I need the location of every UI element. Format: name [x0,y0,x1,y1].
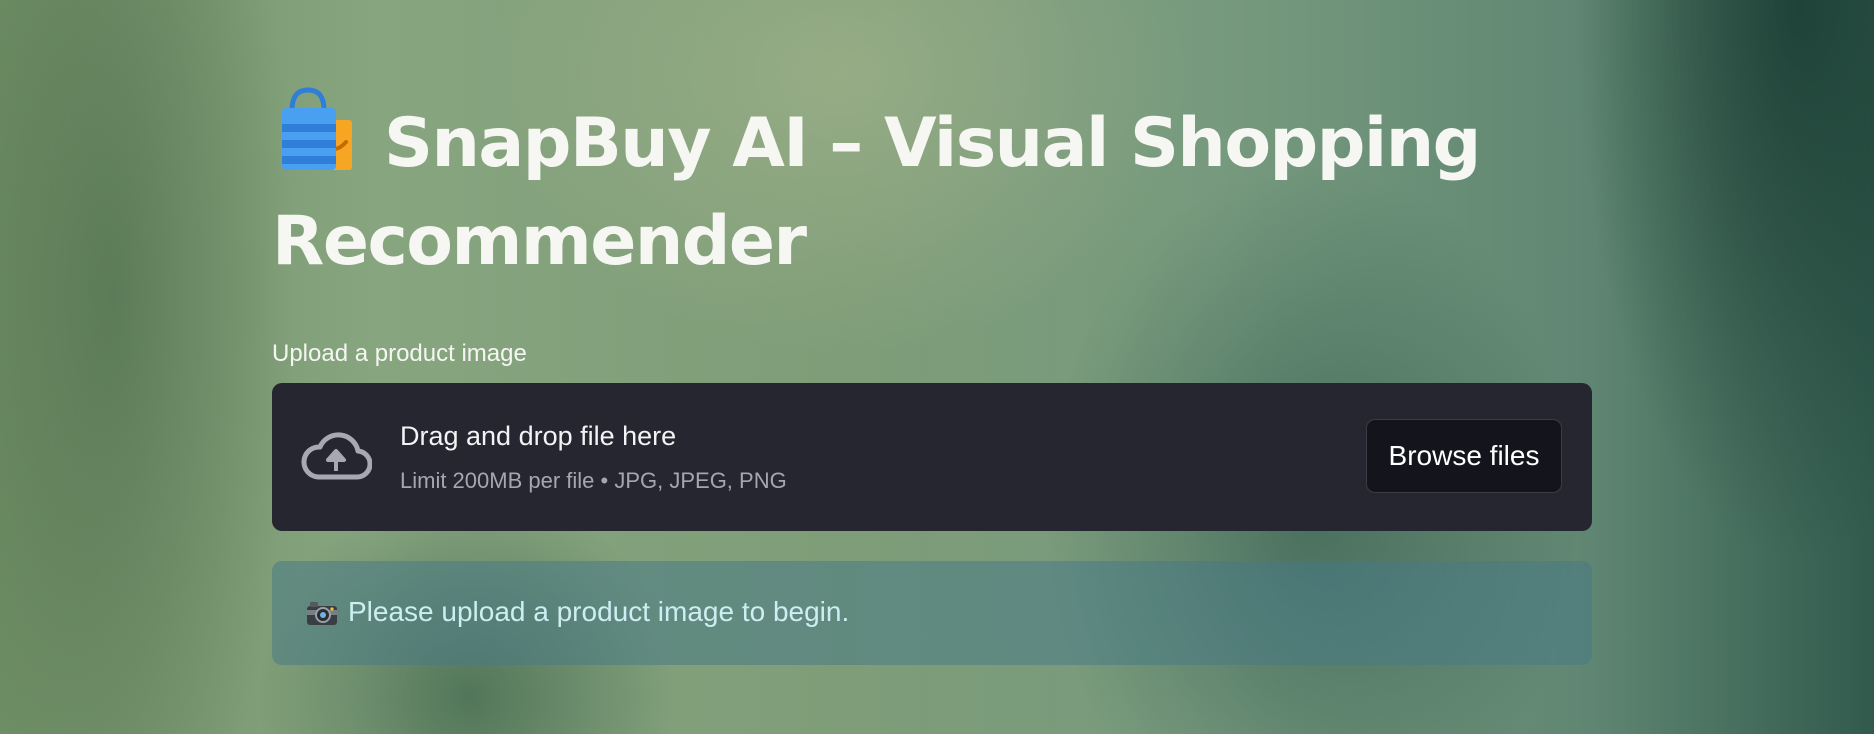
dropzone-limits: Limit 200MB per file • JPG, JPEG, PNG [400,468,787,493]
shopping-bags-icon [272,86,360,174]
cloud-upload-icon [300,429,373,483]
browse-files-button[interactable]: Browse files [1366,419,1562,493]
file-dropzone[interactable]: Drag and drop file here Limit 200MB per … [272,383,1592,531]
uploader-label: Upload a product image [272,340,527,367]
dropzone-title: Drag and drop file here [400,421,677,451]
page-title-text: SnapBuy AI – Visual Shopping Recommender [272,104,1481,281]
page-title: SnapBuy AI – Visual Shopping Recommender [272,86,1592,291]
info-message: Please upload a product image to begin. [348,596,850,627]
info-alert: Please upload a product image to begin. [272,561,1592,665]
camera-icon [306,599,338,627]
main-container: SnapBuy AI – Visual Shopping Recommender… [272,86,1592,665]
